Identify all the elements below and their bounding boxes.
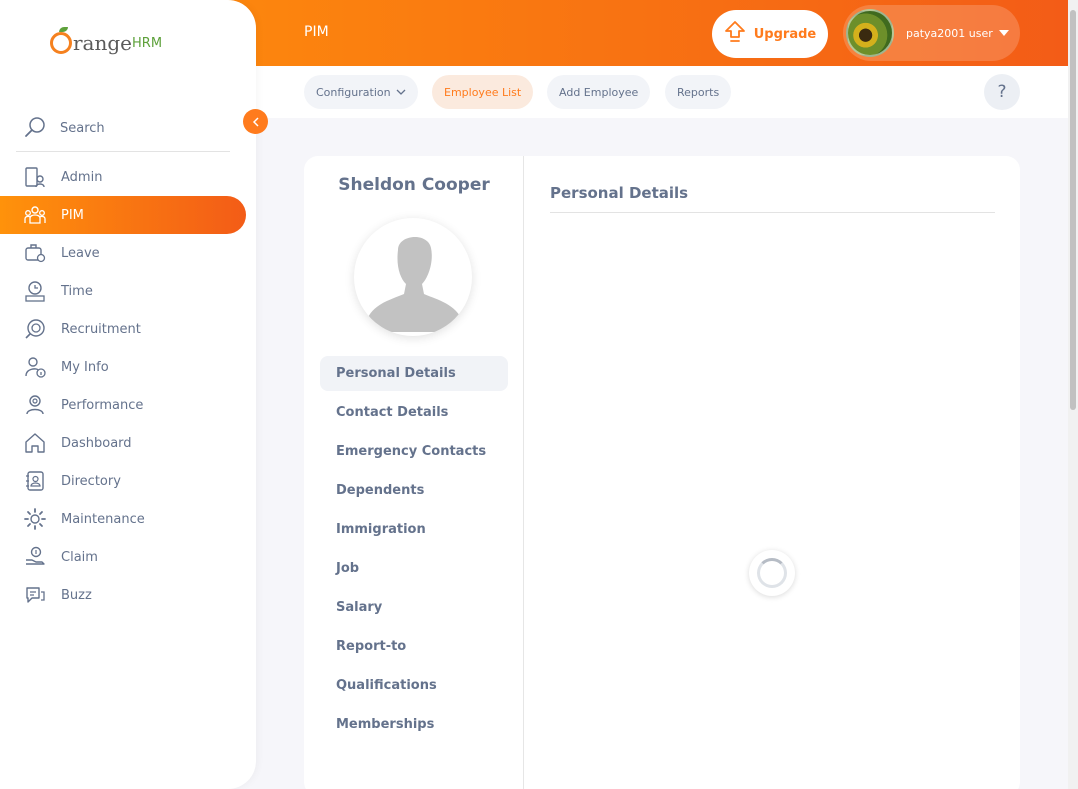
- tab-job[interactable]: Job: [320, 551, 508, 586]
- orange-logo-icon: [50, 27, 72, 54]
- search-label: Search: [60, 121, 105, 136]
- tab-label: Employee List: [444, 85, 522, 99]
- sidebar-item-recruitment[interactable]: Recruitment: [0, 310, 246, 348]
- avatar: [846, 9, 894, 57]
- tab-configuration[interactable]: Configuration: [304, 75, 418, 109]
- caret-down-icon: [998, 30, 1009, 36]
- tab-dependents[interactable]: Dependents: [320, 473, 508, 508]
- logo-text-hrm: HRM: [132, 36, 163, 51]
- section-title: Personal Details: [550, 184, 995, 213]
- logo-text: range: [73, 31, 133, 55]
- sidebar-item-admin[interactable]: Admin: [0, 158, 246, 196]
- chevron-down-icon: [396, 86, 406, 99]
- leave-icon: [24, 242, 46, 264]
- tab-label: Reports: [677, 85, 720, 99]
- tab-qualifications[interactable]: Qualifications: [320, 668, 508, 703]
- tab-label: Add Employee: [559, 85, 639, 99]
- sidebar-item-leave[interactable]: Leave: [0, 234, 246, 272]
- loading-spinner: [749, 550, 795, 596]
- tab-contact-details[interactable]: Contact Details: [320, 395, 508, 430]
- sidebar-item-label: Directory: [61, 473, 121, 489]
- brand-logo[interactable]: range HRM: [50, 27, 163, 55]
- sidebar-item-label: Claim: [61, 549, 98, 565]
- sidebar-item-label: Performance: [61, 397, 144, 413]
- sidebar-item-claim[interactable]: Claim: [0, 538, 246, 576]
- sidebar-item-my-info[interactable]: My Info: [0, 348, 246, 386]
- tab-immigration[interactable]: Immigration: [320, 512, 508, 547]
- my-info-icon: [24, 356, 46, 378]
- sidebar-item-dashboard[interactable]: Dashboard: [0, 424, 246, 462]
- profile-placeholder-icon: [366, 237, 463, 332]
- sidebar-item-label: Dashboard: [61, 435, 132, 451]
- sidebar-item-pim[interactable]: PIM: [0, 196, 246, 234]
- sidebar-item-label: Maintenance: [61, 511, 145, 527]
- tab-memberships[interactable]: Memberships: [320, 707, 508, 742]
- employee-photo[interactable]: [354, 218, 472, 336]
- user-name: patya2001 user: [906, 26, 993, 40]
- employee-name: Sheldon Cooper: [338, 175, 490, 195]
- sidebar-item-performance[interactable]: Performance: [0, 386, 246, 424]
- sidebar: range HRM Search Admin PIM Leave Time Re…: [0, 0, 256, 789]
- sidebar-item-label: Buzz: [61, 587, 92, 603]
- tab-report-to[interactable]: Report-to: [320, 629, 508, 664]
- employee-side-panel: Sheldon Cooper Personal Details Contact …: [304, 156, 524, 789]
- personal-details-section: Personal Details: [550, 184, 995, 213]
- tab-label: Configuration: [316, 85, 391, 99]
- tab-add-employee[interactable]: Add Employee: [547, 75, 651, 109]
- home-icon: [24, 432, 46, 454]
- admin-icon: [24, 166, 46, 188]
- help-button[interactable]: ?: [984, 74, 1020, 110]
- tab-reports[interactable]: Reports: [665, 75, 732, 109]
- chat-icon: [24, 584, 46, 606]
- upgrade-label: Upgrade: [753, 26, 817, 42]
- time-icon: [24, 280, 46, 302]
- recruitment-icon: [24, 318, 46, 340]
- sidebar-item-time[interactable]: Time: [0, 272, 246, 310]
- people-icon: [24, 204, 46, 226]
- sidebar-item-maintenance[interactable]: Maintenance: [0, 500, 246, 538]
- tab-emergency-contacts[interactable]: Emergency Contacts: [320, 434, 508, 469]
- user-dropdown[interactable]: patya2001 user: [843, 5, 1020, 61]
- tab-personal-details[interactable]: Personal Details: [320, 356, 508, 391]
- module-title: PIM: [304, 24, 329, 40]
- sidebar-item-label: Leave: [61, 245, 100, 261]
- sidebar-item-label: PIM: [61, 207, 84, 223]
- performance-icon: [24, 394, 46, 416]
- search-icon: [24, 116, 46, 142]
- gear-icon: [24, 508, 46, 530]
- tab-salary[interactable]: Salary: [320, 590, 508, 625]
- claim-icon: [24, 546, 46, 568]
- directory-icon: [24, 470, 46, 492]
- scrollbar-thumb[interactable]: [1070, 10, 1076, 410]
- sidebar-item-label: My Info: [61, 359, 109, 375]
- sub-navigation: Configuration Employee List Add Employee…: [256, 66, 1068, 118]
- sidebar-item-label: Recruitment: [61, 321, 141, 337]
- upgrade-arrow-icon: [724, 20, 746, 48]
- upgrade-button[interactable]: Upgrade: [712, 10, 828, 58]
- sidebar-item-buzz[interactable]: Buzz: [0, 576, 246, 614]
- spinner-icon: [757, 558, 787, 588]
- tab-employee-list[interactable]: Employee List: [432, 75, 534, 109]
- sidebar-collapse-button[interactable]: [243, 109, 268, 134]
- employee-details-card: Sheldon Cooper Personal Details Contact …: [304, 156, 1020, 789]
- chevron-left-icon: [252, 112, 260, 131]
- sidebar-item-label: Time: [61, 283, 93, 299]
- sidebar-item-directory[interactable]: Directory: [0, 462, 246, 500]
- scrollbar[interactable]: [1068, 0, 1078, 789]
- sidebar-search[interactable]: Search: [16, 106, 230, 152]
- sidebar-item-label: Admin: [61, 169, 103, 185]
